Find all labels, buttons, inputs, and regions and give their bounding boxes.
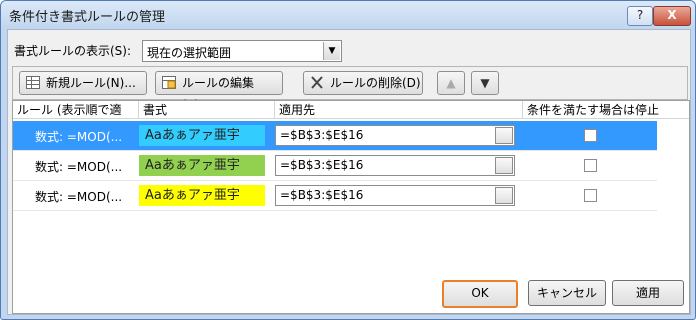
range-select-icon[interactable]	[495, 187, 513, 204]
rule-cell: 数式: =MOD(...	[35, 130, 123, 144]
new-rule-icon	[26, 76, 40, 89]
dialog-title: 条件付き書式ルールの管理	[9, 10, 166, 25]
stop-if-true-checkbox[interactable]	[584, 159, 597, 172]
show-rules-label: 書式ルールの表示(S):	[14, 44, 132, 58]
new-rule-button[interactable]: 新規ルール(N)...	[19, 71, 147, 95]
delete-rule-button[interactable]: ルールの削除(D)	[303, 71, 423, 95]
show-rules-value: 現在の選択範囲	[147, 46, 232, 60]
format-preview: Aaあぁアァ亜宇	[139, 125, 265, 146]
applies-to-field[interactable]: =$B$3:$E$16	[275, 125, 515, 146]
edit-rule-icon	[162, 76, 176, 89]
applies-to-field[interactable]: =$B$3:$E$16	[275, 185, 515, 206]
apply-button[interactable]: 適用	[612, 280, 684, 306]
table-row[interactable]: 数式: =MOD(... Aaあぁアァ亜宇 =$B$3:$E$16	[13, 151, 657, 180]
close-button[interactable]: X	[653, 6, 691, 26]
range-select-icon[interactable]	[495, 157, 513, 174]
applies-to-field[interactable]: =$B$3:$E$16	[275, 155, 515, 176]
rule-cell: 数式: =MOD(...	[35, 190, 123, 204]
show-rules-select[interactable]: 現在の選択範囲 ▼	[142, 40, 342, 62]
chevron-down-icon[interactable]: ▼	[323, 42, 340, 60]
conditional-format-manager-dialog: 条件付き書式ルールの管理 ? X 書式ルールの表示(S): 現在の選択範囲 ▼ …	[0, 0, 696, 320]
stop-if-true-checkbox[interactable]	[584, 189, 597, 202]
header-rule: ルール (表示順で適用)	[13, 101, 139, 135]
format-preview: Aaあぁアァ亜宇	[139, 185, 265, 206]
move-up-button[interactable]: ▲	[437, 71, 465, 95]
edit-rule-button[interactable]: ルールの編集(E)...	[155, 71, 283, 112]
header-stop-if-true: 条件を満たす場合は停止	[523, 101, 689, 119]
header-format: 書式	[139, 101, 275, 119]
move-down-button[interactable]: ▼	[471, 71, 499, 95]
title-bar: 条件付き書式ルールの管理 ? X	[1, 1, 695, 27]
rule-toolbar: 新規ルール(N)... ルールの編集(E)... ルールの削除(D) ▲ ▼	[12, 66, 688, 112]
table-row[interactable]: 数式: =MOD(... Aaあぁアァ亜宇 =$B$3:$E$16	[13, 121, 657, 150]
cancel-button[interactable]: キャンセル	[528, 280, 606, 306]
ok-button[interactable]: OK	[442, 280, 518, 308]
dialog-body: 書式ルールの表示(S): 現在の選択範囲 ▼ 新規ルール(N)... ルールの編…	[7, 29, 691, 315]
help-button[interactable]: ?	[627, 6, 653, 26]
table-row[interactable]: 数式: =MOD(... Aaあぁアァ亜宇 =$B$3:$E$16	[13, 181, 657, 210]
new-rule-label: 新規ルール(N)...	[46, 76, 136, 90]
range-select-icon[interactable]	[495, 127, 513, 144]
delete-rule-label: ルールの削除(D)	[330, 76, 421, 90]
delete-icon	[311, 76, 323, 89]
header-applies-to: 適用先	[275, 101, 523, 119]
row-divider	[13, 210, 657, 211]
format-preview: Aaあぁアァ亜宇	[139, 155, 265, 176]
rule-cell: 数式: =MOD(...	[35, 160, 123, 174]
stop-if-true-checkbox[interactable]	[584, 129, 597, 142]
